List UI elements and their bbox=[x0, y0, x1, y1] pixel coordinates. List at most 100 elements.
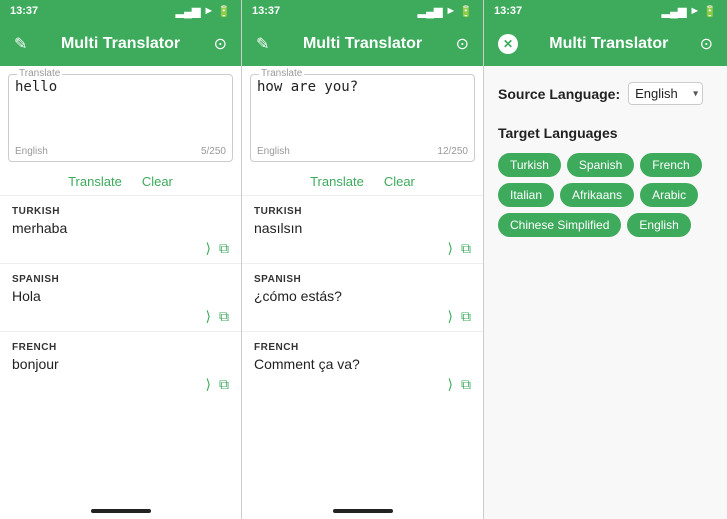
status-icons-1: ▂▄▆ ► 🔋 bbox=[176, 5, 231, 18]
translation-actions: ⟩ ⧉ bbox=[12, 240, 229, 257]
translate-btn-1[interactable]: Translate bbox=[68, 174, 122, 189]
time-2: 13:37 bbox=[252, 5, 280, 17]
header-title-1: Multi Translator bbox=[61, 35, 180, 53]
lang-tag-arabic[interactable]: Arabic bbox=[640, 183, 698, 207]
lang-tag-english[interactable]: English bbox=[627, 213, 690, 237]
action-row-1: Translate Clear bbox=[0, 170, 241, 195]
translation-item: TURKISH nasılsın ⟩ ⧉ bbox=[242, 195, 483, 263]
input-lang-2: English bbox=[257, 146, 290, 157]
close-icon: ✕ bbox=[503, 38, 513, 50]
translation-item: SPANISH Hola ⟩ ⧉ bbox=[0, 263, 241, 331]
lang-tag-spanish[interactable]: Spanish bbox=[567, 153, 634, 177]
source-language-select-wrapper: English Turkish Spanish French ▾ bbox=[628, 82, 703, 105]
settings-body: Source Language: English Turkish Spanish… bbox=[484, 66, 727, 519]
panel-1: 13:37 ▂▄▆ ► 🔋 ✎ Multi Translator ⊙ Trans… bbox=[0, 0, 242, 519]
bottom-bar-2 bbox=[333, 509, 393, 513]
header-title-2: Multi Translator bbox=[303, 35, 422, 53]
clear-btn-2[interactable]: Clear bbox=[384, 174, 415, 189]
status-icons-3: ▂▄▆ ► 🔋 bbox=[662, 5, 717, 18]
translation-text: merhaba bbox=[12, 220, 229, 236]
translation-item: FRENCH bonjour ⟩ ⧉ bbox=[0, 331, 241, 399]
bottom-bar-1 bbox=[91, 509, 151, 513]
translation-text: bonjour bbox=[12, 356, 229, 372]
wifi-icon-3: ► bbox=[689, 5, 700, 17]
copy-icon[interactable]: ⧉ bbox=[219, 376, 229, 393]
signal-icon-1: ▂▄▆ bbox=[176, 5, 201, 18]
settings-title: Multi Translator bbox=[549, 35, 668, 53]
input-counter-2: 12/250 bbox=[437, 146, 468, 157]
clear-btn-1[interactable]: Clear bbox=[142, 174, 173, 189]
lang-tag-chinese-simplified[interactable]: Chinese Simplified bbox=[498, 213, 621, 237]
translation-item: TURKISH merhaba ⟩ ⧉ bbox=[0, 195, 241, 263]
translation-lang: SPANISH bbox=[12, 274, 229, 285]
translation-text: Comment ça va? bbox=[254, 356, 471, 372]
translation-actions: ⟩ ⧉ bbox=[254, 240, 471, 257]
header-1: ✎ Multi Translator ⊙ bbox=[0, 22, 241, 66]
translation-text: Hola bbox=[12, 288, 229, 304]
input-footer-2: English 12/250 bbox=[257, 146, 468, 157]
edit-icon-1[interactable]: ✎ bbox=[14, 34, 27, 54]
target-languages-title: Target Languages bbox=[498, 125, 713, 141]
time-1: 13:37 bbox=[10, 5, 38, 17]
wifi-icon-1: ► bbox=[203, 5, 214, 17]
status-bar-1: 13:37 ▂▄▆ ► 🔋 bbox=[0, 0, 241, 22]
translation-list-2: TURKISH nasılsın ⟩ ⧉ SPANISH ¿cómo estás… bbox=[242, 195, 483, 505]
battery-icon-3: 🔋 bbox=[703, 5, 717, 18]
translation-lang: FRENCH bbox=[254, 342, 471, 353]
translation-lang: FRENCH bbox=[12, 342, 229, 353]
lang-tag-italian[interactable]: Italian bbox=[498, 183, 554, 207]
translate-textarea-2[interactable]: how are you? bbox=[257, 79, 468, 139]
action-row-2: Translate Clear bbox=[242, 170, 483, 195]
history-icon-1[interactable]: ⊙ bbox=[214, 34, 227, 54]
lang-tag-turkish[interactable]: Turkish bbox=[498, 153, 561, 177]
status-icons-2: ▂▄▆ ► 🔋 bbox=[418, 5, 473, 18]
copy-icon[interactable]: ⧉ bbox=[219, 308, 229, 325]
copy-icon[interactable]: ⧉ bbox=[461, 240, 471, 257]
translation-actions: ⟩ ⧉ bbox=[254, 376, 471, 393]
input-counter-1: 5/250 bbox=[201, 146, 226, 157]
translate-input-area-1: Translate hello English 5/250 bbox=[8, 74, 233, 162]
translation-item: SPANISH ¿cómo estás? ⟩ ⧉ bbox=[242, 263, 483, 331]
lang-tags-container: Turkish Spanish French Italian Afrikaans… bbox=[498, 153, 713, 237]
close-button[interactable]: ✕ bbox=[498, 34, 518, 54]
translation-text: ¿cómo estás? bbox=[254, 288, 471, 304]
input-footer-1: English 5/250 bbox=[15, 146, 226, 157]
translation-actions: ⟩ ⧉ bbox=[254, 308, 471, 325]
edit-icon-2[interactable]: ✎ bbox=[256, 34, 269, 54]
share-icon[interactable]: ⟩ bbox=[206, 240, 211, 257]
translation-lang: TURKISH bbox=[254, 206, 471, 217]
translation-lang: TURKISH bbox=[12, 206, 229, 217]
translate-input-area-2: Translate how are you? English 12/250 bbox=[250, 74, 475, 162]
copy-icon[interactable]: ⧉ bbox=[219, 240, 229, 257]
source-language-row: Source Language: English Turkish Spanish… bbox=[498, 82, 713, 105]
share-icon[interactable]: ⟩ bbox=[448, 308, 453, 325]
translate-label-2: Translate bbox=[259, 68, 304, 79]
history-icon-3[interactable]: ⊙ bbox=[700, 34, 713, 54]
status-bar-2: 13:37 ▂▄▆ ► 🔋 bbox=[242, 0, 483, 22]
status-bar-3: 13:37 ▂▄▆ ► 🔋 bbox=[484, 0, 727, 22]
share-icon[interactable]: ⟩ bbox=[448, 240, 453, 257]
signal-icon-3: ▂▄▆ bbox=[662, 5, 687, 18]
translation-actions: ⟩ ⧉ bbox=[12, 376, 229, 393]
battery-icon-2: 🔋 bbox=[459, 5, 473, 18]
translation-text: nasılsın bbox=[254, 220, 471, 236]
panel-2: 13:37 ▂▄▆ ► 🔋 ✎ Multi Translator ⊙ Trans… bbox=[242, 0, 484, 519]
lang-tag-afrikaans[interactable]: Afrikaans bbox=[560, 183, 634, 207]
translate-textarea-1[interactable]: hello bbox=[15, 79, 226, 139]
source-language-label: Source Language: bbox=[498, 86, 620, 102]
lang-tag-french[interactable]: French bbox=[640, 153, 701, 177]
input-lang-1: English bbox=[15, 146, 48, 157]
settings-header: ✕ Multi Translator ⊙ bbox=[484, 22, 727, 66]
copy-icon[interactable]: ⧉ bbox=[461, 376, 471, 393]
translation-item: FRENCH Comment ça va? ⟩ ⧉ bbox=[242, 331, 483, 399]
translation-list-1: TURKISH merhaba ⟩ ⧉ SPANISH Hola ⟩ ⧉ FRE… bbox=[0, 195, 241, 505]
source-language-select[interactable]: English Turkish Spanish French bbox=[628, 82, 703, 105]
translate-label-1: Translate bbox=[17, 68, 62, 79]
translate-btn-2[interactable]: Translate bbox=[310, 174, 364, 189]
share-icon[interactable]: ⟩ bbox=[206, 308, 211, 325]
history-icon-2[interactable]: ⊙ bbox=[456, 34, 469, 54]
copy-icon[interactable]: ⧉ bbox=[461, 308, 471, 325]
share-icon[interactable]: ⟩ bbox=[448, 376, 453, 393]
share-icon[interactable]: ⟩ bbox=[206, 376, 211, 393]
settings-panel: 13:37 ▂▄▆ ► 🔋 ✕ Multi Translator ⊙ Sourc… bbox=[484, 0, 727, 519]
